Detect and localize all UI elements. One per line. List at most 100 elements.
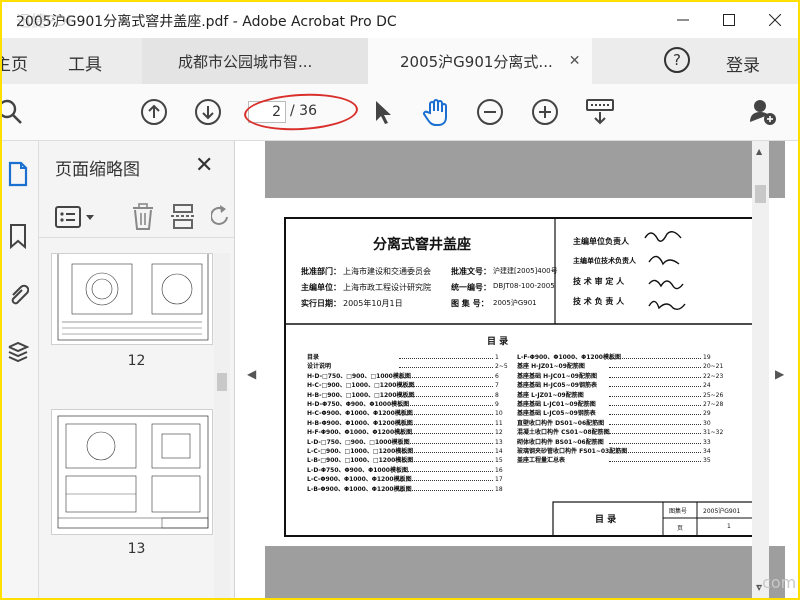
toc-entry-page: 16 bbox=[495, 466, 503, 474]
toc-row: 基座 H-JZ01~09配筋图 20~21 bbox=[517, 362, 727, 371]
toc-leader bbox=[399, 461, 493, 463]
toc-row: H-B-□900、□1000、□1200模板图 8 bbox=[307, 391, 519, 400]
toc-entry-page: 35 bbox=[703, 457, 711, 465]
bookmarks-rail-button[interactable] bbox=[4, 221, 32, 251]
hand-tool-icon bbox=[423, 99, 447, 126]
tab-close-icon[interactable]: ✕ bbox=[569, 53, 581, 69]
doc-tab-label: 成都市公园城市智... bbox=[178, 52, 313, 71]
doc-tab-label: 2005沪G901分离式... bbox=[400, 52, 553, 71]
toc-row: H-B-Φ900、Φ1000、Φ1200模板图 11 bbox=[307, 419, 519, 428]
thumbnail-panel: 页面缩略图 ✕ 12 13 bbox=[39, 141, 235, 598]
toc-entry-name: H-C-Φ900、Φ1000、Φ1200模板图 bbox=[307, 410, 413, 418]
close-icon bbox=[769, 14, 781, 26]
toc-entry-name: L-B-Φ900、Φ1000、Φ1200模板图 bbox=[307, 485, 412, 493]
rotate-page-button[interactable] bbox=[210, 203, 229, 235]
toc-leader bbox=[399, 423, 493, 425]
toc-entry-name: L-C-Φ900、Φ1000、Φ1200模板图 bbox=[307, 476, 412, 484]
rotate-icon bbox=[210, 205, 228, 225]
panel-close-icon[interactable]: ✕ bbox=[195, 153, 213, 178]
toc-row: L-B-Φ900、Φ1000、Φ1200模板图 18 bbox=[307, 485, 519, 494]
toc-entry-name: 基座基础 H-JC05~09钢筋表 bbox=[517, 382, 597, 390]
doc-tab-active[interactable]: 2005沪G901分离式... ✕ bbox=[368, 38, 592, 84]
scroll-up-icon[interactable]: ▲ bbox=[756, 147, 762, 156]
toc-leader bbox=[609, 358, 701, 359]
viewer-scrollbar[interactable]: ▲ ▼ bbox=[752, 141, 769, 598]
toc-leader bbox=[609, 433, 701, 435]
footer-title: 目 录 bbox=[595, 515, 617, 525]
help-button[interactable]: ? bbox=[664, 47, 690, 73]
toc-row: 目录 1 bbox=[307, 353, 519, 362]
thumbnail-page-13[interactable] bbox=[51, 409, 213, 535]
scroll-mode-button[interactable] bbox=[584, 96, 616, 128]
toc-row: L-C-□900、□1000、□1200模板图 14 bbox=[307, 447, 519, 456]
panel-scrollbar[interactable] bbox=[214, 253, 230, 598]
toc-leader bbox=[399, 414, 493, 416]
toc-title: 目 录 bbox=[487, 337, 509, 347]
layers-rail-button[interactable] bbox=[4, 337, 32, 367]
collapse-right-arrow-icon[interactable]: ▶ bbox=[775, 367, 784, 381]
search-icon bbox=[2, 99, 22, 124]
paperclip-icon bbox=[11, 284, 29, 305]
doc-atlas-label: 图 集 号： bbox=[451, 299, 489, 308]
viewer-scroll-thumb[interactable] bbox=[755, 185, 766, 203]
doc-date-label: 实行日期： bbox=[301, 299, 341, 308]
extract-page-icon bbox=[171, 204, 195, 229]
page-thumbnails-icon bbox=[8, 161, 28, 187]
toc-entry-name: 基座 L-JZ01~09配筋图 bbox=[517, 391, 584, 399]
toc-entry-page: 14 bbox=[495, 448, 503, 455]
page-thumbnails-rail-button[interactable] bbox=[4, 159, 32, 189]
thumbnail-drawing bbox=[57, 254, 209, 341]
select-tool-button[interactable] bbox=[366, 96, 398, 128]
doc-responsible-2: 主编单位技术负责人 bbox=[573, 257, 636, 265]
toc-row: L-C-Φ900、Φ1000、Φ1200模板图 17 bbox=[307, 475, 519, 484]
toc-entry-page: 12 bbox=[495, 429, 503, 437]
toc-leader bbox=[609, 405, 701, 406]
maximize-icon bbox=[723, 14, 735, 26]
bookmark-icon bbox=[10, 224, 26, 249]
hand-tool-button[interactable] bbox=[420, 96, 452, 128]
share-button[interactable] bbox=[747, 96, 779, 128]
tab-tools[interactable]: 工具 bbox=[68, 50, 102, 75]
toc-entry-name: 设计说明 bbox=[307, 363, 332, 371]
toc-entry-name: 基座基础 L-JC01~09配筋图 bbox=[517, 401, 596, 408]
collapse-left-arrow-icon[interactable]: ◀ bbox=[247, 367, 256, 381]
panel-scroll-thumb[interactable] bbox=[217, 373, 227, 391]
watermark-top-left: 迅捷PDF bbox=[16, 12, 76, 30]
minimize-button[interactable] bbox=[660, 2, 706, 38]
toc-row: 基座基础 L-JC01~09配筋图 27~28 bbox=[517, 400, 727, 409]
login-button[interactable]: 登录 bbox=[726, 51, 760, 76]
layers-icon bbox=[8, 341, 29, 363]
doc-code-label: 统一编号： bbox=[451, 283, 491, 292]
toc-entry-name: H-B-Φ900、Φ1000、Φ1200模板图 bbox=[307, 419, 413, 427]
toc-row: L-F-Φ900、Φ1000、Φ1200模板图 19 bbox=[517, 353, 727, 362]
toc-entry-page: 11 bbox=[495, 419, 503, 427]
zoom-in-icon bbox=[532, 99, 558, 125]
search-button[interactable] bbox=[2, 96, 28, 128]
toc-row: 基座基础 L-JC05~09钢筋表 29 bbox=[517, 409, 727, 418]
delete-page-button[interactable] bbox=[131, 203, 155, 235]
toc-entry-name: H-F-Φ900、Φ1000、Φ1200模板图 bbox=[307, 429, 413, 437]
maximize-button[interactable] bbox=[706, 2, 752, 38]
thumbnail-page-12[interactable] bbox=[51, 253, 213, 345]
extract-page-button[interactable] bbox=[171, 203, 195, 235]
close-window-button[interactable] bbox=[752, 2, 798, 38]
doc-approve-value: 沪建建[2005]400号 bbox=[493, 267, 558, 275]
trash-icon bbox=[133, 203, 153, 230]
toc-entry-name: L-F-Φ900、Φ1000、Φ1200模板图 bbox=[517, 354, 621, 361]
minimize-icon bbox=[677, 19, 689, 21]
tab-home[interactable]: 主页 bbox=[2, 50, 28, 75]
toc-leader bbox=[399, 358, 493, 359]
toc-leader bbox=[609, 386, 701, 388]
attachments-rail-button[interactable] bbox=[4, 279, 32, 309]
doc-title: 分离式窨井盖座 bbox=[373, 237, 471, 253]
toc-entry-name: H-D-□750、□900、□1000模板图 bbox=[307, 372, 411, 380]
help-icon: ? bbox=[673, 51, 681, 69]
thumbnail-options-button[interactable] bbox=[55, 205, 99, 233]
toc-leader bbox=[399, 386, 493, 388]
page-up-button[interactable] bbox=[138, 96, 170, 128]
pdf-page: 分离式窨井盖座 批准部门： 上海市建设和交通委员会 批准文号： 沪建建[2005… bbox=[265, 198, 785, 546]
zoom-in-button[interactable] bbox=[529, 96, 561, 128]
zoom-out-button[interactable] bbox=[474, 96, 506, 128]
doc-tab-chengdu[interactable]: 成都市公园城市智... bbox=[142, 38, 368, 84]
page-down-button[interactable] bbox=[192, 96, 224, 128]
